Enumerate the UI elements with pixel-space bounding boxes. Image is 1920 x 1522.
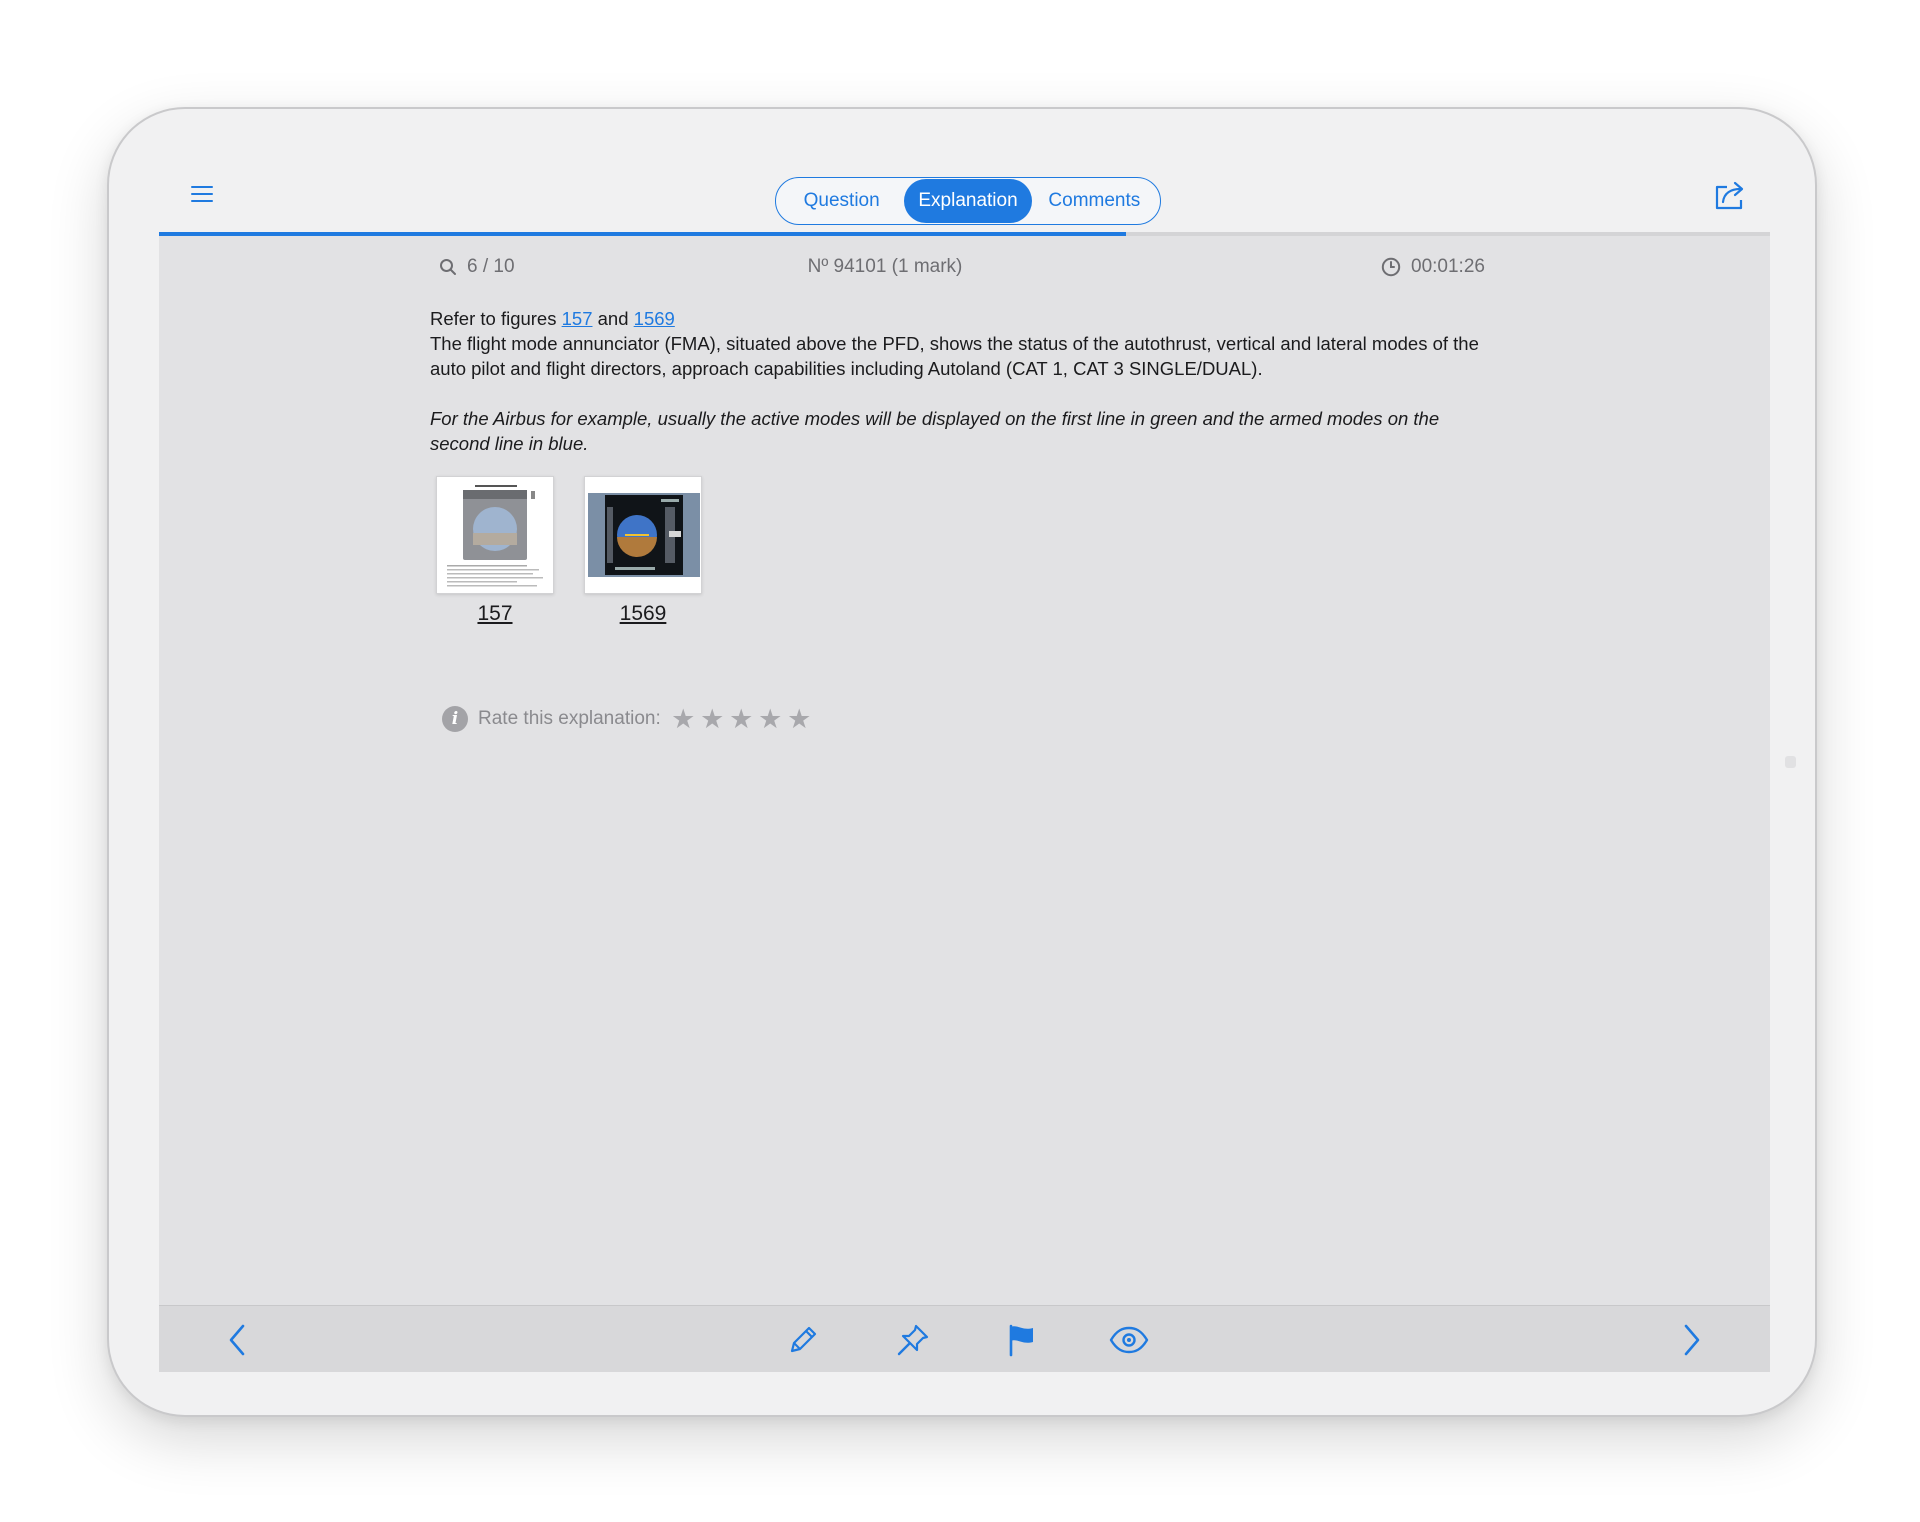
timer: 00:01:26 bbox=[1381, 256, 1485, 278]
tab-comments[interactable]: Comments bbox=[1032, 179, 1157, 223]
explanation-body: The flight mode annunciator (FMA), situa… bbox=[430, 333, 1479, 379]
question-counter-text: 6 / 10 bbox=[467, 256, 515, 277]
chevron-right-icon[interactable] bbox=[1672, 1320, 1712, 1360]
bottom-toolbar bbox=[159, 1305, 1770, 1372]
rating-row: i Rate this explanation: ★ ★ ★ ★ ★ bbox=[442, 706, 814, 733]
share-icon[interactable] bbox=[1713, 178, 1749, 212]
clock-icon bbox=[1381, 257, 1401, 277]
tab-explanation[interactable]: Explanation bbox=[904, 179, 1032, 223]
star-5[interactable]: ★ bbox=[785, 706, 814, 733]
tab-question[interactable]: Question bbox=[779, 179, 904, 223]
info-icon[interactable]: i bbox=[442, 706, 468, 732]
figure-image-157 bbox=[436, 476, 554, 594]
app-screen: Question Explanation Comments 6 / 10 Nº … bbox=[159, 160, 1770, 1372]
explanation-text: Refer to figures 157 and 1569 The flight… bbox=[430, 306, 1500, 456]
explanation-italic-note: For the Airbus for example, usually the … bbox=[430, 408, 1440, 454]
rating-label: Rate this explanation: bbox=[478, 708, 661, 729]
eye-icon[interactable] bbox=[1109, 1320, 1149, 1360]
refer-and: and bbox=[592, 308, 634, 329]
figure-link-1569[interactable]: 1569 bbox=[634, 308, 675, 329]
star-4[interactable]: ★ bbox=[756, 706, 785, 733]
star-3[interactable]: ★ bbox=[727, 706, 756, 733]
figure-link-157[interactable]: 157 bbox=[562, 308, 593, 329]
star-1[interactable]: ★ bbox=[669, 706, 698, 733]
question-counter: 6 / 10 bbox=[439, 256, 515, 278]
pencil-icon[interactable] bbox=[783, 1320, 823, 1360]
figure-label-157[interactable]: 157 bbox=[436, 602, 554, 626]
question-progress-bar bbox=[159, 232, 1770, 236]
view-tabs: Question Explanation Comments bbox=[775, 177, 1161, 225]
question-number: Nº 94101 (1 mark) bbox=[807, 256, 963, 277]
pin-icon[interactable] bbox=[893, 1320, 933, 1360]
refer-line: Refer to figures 157 and 1569 bbox=[430, 306, 1500, 331]
timer-text: 00:01:26 bbox=[1411, 256, 1485, 277]
top-bar: Question Explanation Comments bbox=[159, 160, 1770, 232]
figure-label-1569[interactable]: 1569 bbox=[584, 602, 702, 626]
question-progress-fill bbox=[159, 232, 1126, 236]
figure-thumbnail-157[interactable]: 157 bbox=[436, 476, 554, 626]
rating-stars: ★ ★ ★ ★ ★ bbox=[669, 706, 814, 733]
menu-icon[interactable] bbox=[191, 186, 213, 204]
figure-thumbnail-1569[interactable]: 1569 bbox=[584, 476, 702, 626]
flag-icon[interactable] bbox=[1001, 1320, 1041, 1360]
figure-thumbnails: 157 1569 bbox=[436, 476, 702, 626]
figure-image-1569 bbox=[584, 476, 702, 594]
star-2[interactable]: ★ bbox=[698, 706, 727, 733]
chevron-left-icon[interactable] bbox=[217, 1320, 257, 1360]
side-button bbox=[1785, 756, 1796, 768]
refer-prefix: Refer to figures bbox=[430, 308, 562, 329]
magnifier-icon bbox=[440, 259, 456, 275]
